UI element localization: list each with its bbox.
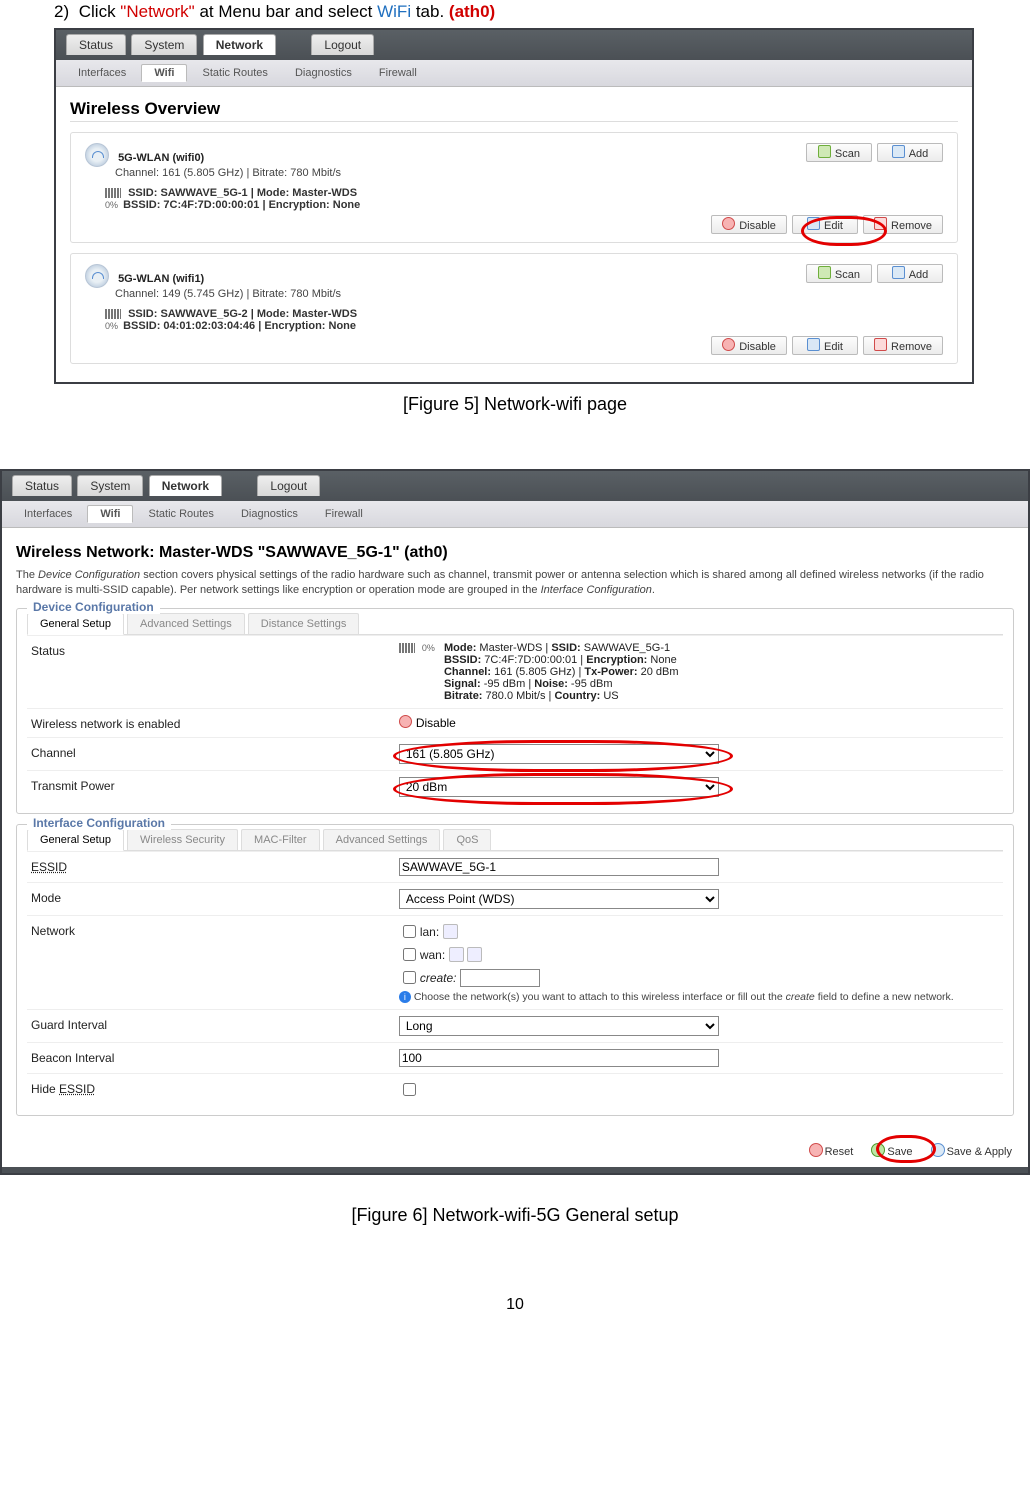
edit-icon xyxy=(807,217,820,230)
tab-logout[interactable]: Logout xyxy=(311,34,374,55)
tab-system[interactable]: System xyxy=(131,34,197,55)
tab-status[interactable]: Status xyxy=(66,34,126,55)
save-button[interactable]: Save xyxy=(865,1142,918,1159)
network-lan-checkbox[interactable] xyxy=(403,925,416,938)
tab-status[interactable]: Status xyxy=(12,475,72,496)
add-icon xyxy=(892,145,905,158)
save-apply-button[interactable]: Save & Apply xyxy=(925,1142,1018,1159)
device-configuration: Device Configuration General Setup Advan… xyxy=(16,608,1014,814)
add-button[interactable]: Add xyxy=(877,264,943,283)
wifi-card-1: 5G-WLAN (wifi1) Channel: 149 (5.745 GHz)… xyxy=(70,253,958,364)
tab-system[interactable]: System xyxy=(77,475,143,496)
scan-button[interactable]: Scan xyxy=(806,143,872,162)
tab-advanced-settings[interactable]: Advanced Settings xyxy=(323,829,441,850)
subtab-wifi[interactable]: Wifi xyxy=(87,505,133,523)
reset-icon xyxy=(809,1143,823,1157)
subtab-interfaces[interactable]: Interfaces xyxy=(66,65,138,81)
tab-wireless-security[interactable]: Wireless Security xyxy=(127,829,238,850)
disable-button[interactable]: Disable xyxy=(711,215,787,234)
subtab-wifi[interactable]: Wifi xyxy=(141,64,187,82)
interface-icon xyxy=(449,947,464,962)
wifi-card-0: 5G-WLAN (wifi0) Channel: 161 (5.805 GHz)… xyxy=(70,132,958,243)
scan-icon xyxy=(818,266,831,279)
subtab-interfaces[interactable]: Interfaces xyxy=(12,506,84,522)
disable-icon xyxy=(722,217,735,230)
figure6-caption: [Figure 6] Network-wifi-5G General setup xyxy=(40,1205,990,1226)
subtab-firewall[interactable]: Firewall xyxy=(367,65,429,81)
wifi-icon xyxy=(85,264,109,288)
apply-icon xyxy=(931,1143,945,1157)
signal-icon xyxy=(105,309,121,319)
subtab-static-routes[interactable]: Static Routes xyxy=(191,65,280,81)
action-bar: Reset Save Save & Apply xyxy=(2,1134,1028,1167)
page-title: Wireless Overview xyxy=(70,99,958,122)
submenu-bar: Interfaces Wifi Static Routes Diagnostic… xyxy=(2,501,1028,528)
interface-icon xyxy=(467,947,482,962)
page-description: The Device Configuration section covers … xyxy=(16,568,1014,598)
signal-icon xyxy=(105,188,121,198)
scan-button[interactable]: Scan xyxy=(806,264,872,283)
tab-qos[interactable]: QoS xyxy=(443,829,491,850)
network-wan-checkbox[interactable] xyxy=(403,948,416,961)
interface-configuration: Interface Configuration General Setup Wi… xyxy=(16,824,1014,1116)
scan-icon xyxy=(818,145,831,158)
disable-icon xyxy=(722,338,735,351)
guard-interval-select[interactable]: Long xyxy=(399,1016,719,1036)
wifi-icon xyxy=(85,143,109,167)
figure6-screenshot: Status System Network Logout Interfaces … xyxy=(0,469,1030,1175)
tab-distance-settings[interactable]: Distance Settings xyxy=(248,613,360,634)
remove-button[interactable]: Remove xyxy=(863,215,943,234)
subtab-diagnostics[interactable]: Diagnostics xyxy=(283,65,364,81)
tab-general-setup[interactable]: General Setup xyxy=(27,829,124,851)
txpower-select[interactable]: 20 dBm xyxy=(399,777,719,797)
tab-network[interactable]: Network xyxy=(203,34,276,55)
tab-advanced-settings[interactable]: Advanced Settings xyxy=(127,613,245,634)
add-icon xyxy=(892,266,905,279)
tab-general-setup[interactable]: General Setup xyxy=(27,613,124,635)
network-create-input[interactable] xyxy=(460,969,540,987)
edit-button[interactable]: Edit xyxy=(792,215,858,234)
remove-icon xyxy=(874,217,887,230)
menu-bar: Status System Network Logout xyxy=(56,30,972,60)
remove-button[interactable]: Remove xyxy=(863,336,943,355)
essid-input[interactable] xyxy=(399,858,719,876)
tab-network[interactable]: Network xyxy=(149,475,222,496)
tab-logout[interactable]: Logout xyxy=(257,475,320,496)
beacon-interval-input[interactable] xyxy=(399,1049,719,1067)
submenu-bar: Interfaces Wifi Static Routes Diagnostic… xyxy=(56,60,972,87)
page-title: Wireless Network: Master-WDS "SAWWAVE_5G… xyxy=(16,544,1014,562)
tab-mac-filter[interactable]: MAC-Filter xyxy=(241,829,320,850)
disable-icon xyxy=(399,715,412,728)
remove-icon xyxy=(874,338,887,351)
figure5-caption: [Figure 5] Network-wifi page xyxy=(40,394,990,415)
channel-select[interactable]: 161 (5.805 GHz) xyxy=(399,744,719,764)
page-number: 10 xyxy=(40,1296,990,1314)
subtab-firewall[interactable]: Firewall xyxy=(313,506,375,522)
save-icon xyxy=(871,1143,885,1157)
add-button[interactable]: Add xyxy=(877,143,943,162)
edit-icon xyxy=(807,338,820,351)
interface-icon xyxy=(443,924,458,939)
disable-link[interactable]: Disable xyxy=(416,716,456,730)
edit-button[interactable]: Edit xyxy=(792,336,858,355)
network-create-checkbox[interactable] xyxy=(403,971,416,984)
disable-button[interactable]: Disable xyxy=(711,336,787,355)
figure5-screenshot: Status System Network Logout Interfaces … xyxy=(54,28,974,384)
mode-select[interactable]: Access Point (WDS) xyxy=(399,889,719,909)
hide-essid-checkbox[interactable] xyxy=(403,1083,416,1096)
reset-button[interactable]: Reset xyxy=(803,1142,860,1159)
info-icon: i xyxy=(399,991,411,1003)
subtab-diagnostics[interactable]: Diagnostics xyxy=(229,506,310,522)
instruction-line: 2) Click "Network" at Menu bar and selec… xyxy=(54,2,990,22)
subtab-static-routes[interactable]: Static Routes xyxy=(137,506,226,522)
signal-icon xyxy=(399,643,415,653)
menu-bar: Status System Network Logout xyxy=(2,471,1028,501)
